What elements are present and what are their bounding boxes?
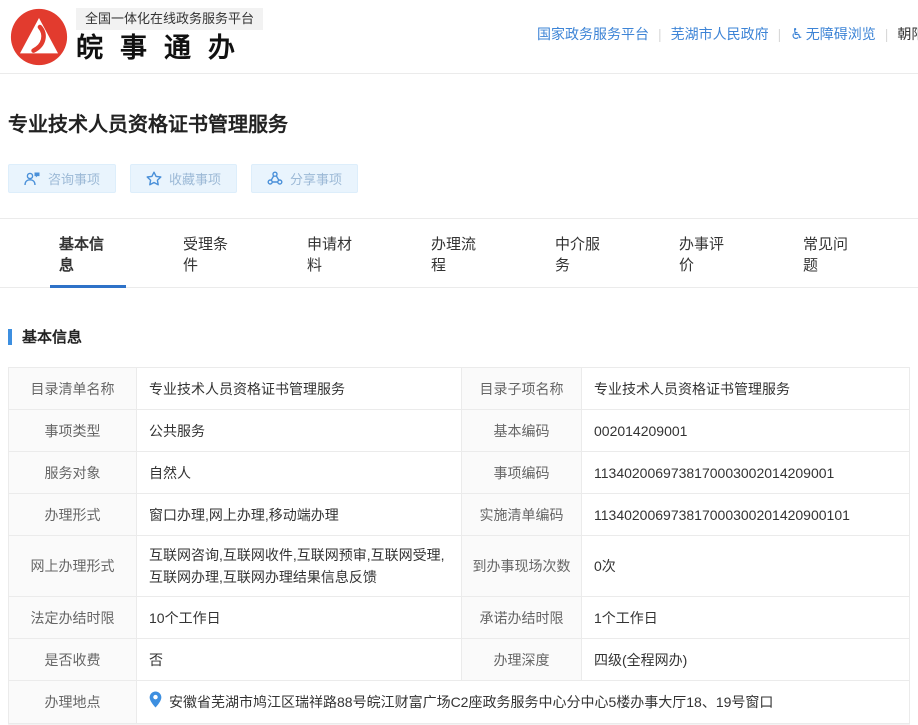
brand-name: 皖事通办: [76, 32, 263, 64]
site-header: 全国一体化在线政务服务平台 皖事通办 国家政务服务平台 | 芜湖市人民政府 | ♿无障碍…: [0, 0, 918, 74]
field-label: 是否收费: [9, 639, 137, 680]
field-value: 窗口办理,网上办理,移动端办理: [137, 494, 462, 535]
field-label: 事项类型: [9, 410, 137, 451]
field-label: 办理形式: [9, 494, 137, 535]
field-label: 办理深度: [462, 639, 582, 680]
consult-icon: [24, 171, 41, 186]
field-value: 四级(全程网办): [582, 639, 909, 680]
field-value: 安徽省芜湖市鸠江区瑞祥路88号皖江财富广场C2座政务服务中心分中心5楼办事大厅1…: [137, 681, 909, 723]
field-label: 实施清单编码: [462, 494, 582, 535]
section-title: 基本信息: [22, 326, 82, 347]
tab-basic-info[interactable]: 基本信息: [50, 219, 126, 287]
link-separator: |: [778, 26, 782, 42]
field-value: 专业技术人员资格证书管理服务: [582, 368, 909, 409]
tab-process-flow[interactable]: 办理流程: [422, 219, 498, 287]
field-value: 1134020069738170003002014209001: [582, 452, 909, 493]
link-separator: |: [885, 26, 889, 42]
field-label: 目录清单名称: [9, 368, 137, 409]
tab-faq[interactable]: 常见问题: [794, 219, 870, 287]
brand-logo-icon: [10, 8, 68, 66]
header-links: 国家政务服务平台 | 芜湖市人民政府 | ♿无障碍浏览 | 朝阳区: [537, 24, 918, 44]
field-value: 否: [137, 639, 462, 680]
link-wuhu-gov[interactable]: 芜湖市人民政府: [671, 26, 769, 42]
field-value: 002014209001: [582, 410, 909, 451]
field-value: 自然人: [137, 452, 462, 493]
field-value: 公共服务: [137, 410, 462, 451]
favorite-button-label: 收藏事项: [169, 169, 221, 188]
link-national-platform[interactable]: 国家政务服务平台: [537, 26, 649, 42]
address-text: 安徽省芜湖市鸠江区瑞祥路88号皖江财富广场C2座政务服务中心分中心5楼办事大厅1…: [169, 691, 773, 713]
field-value: 互联网咨询,互联网收件,互联网预审,互联网受理,互联网办理,互联网办理结果信息反…: [137, 536, 462, 596]
basic-info-table: 目录清单名称 专业技术人员资格证书管理服务 目录子项名称 专业技术人员资格证书管…: [8, 367, 910, 724]
action-buttons: 咨询事项 收藏事项 分享事项: [8, 164, 910, 193]
field-value: 专业技术人员资格证书管理服务: [137, 368, 462, 409]
location-pin-icon: [149, 691, 162, 714]
field-label: 服务对象: [9, 452, 137, 493]
field-label: 承诺办结时限: [462, 597, 582, 638]
consult-button[interactable]: 咨询事项: [8, 164, 116, 193]
table-row: 法定办结时限 10个工作日 承诺办结时限 1个工作日: [9, 597, 909, 639]
field-label: 办理地点: [9, 681, 137, 723]
platform-badge: 全国一体化在线政务服务平台: [76, 8, 263, 30]
wheelchair-icon: ♿: [790, 26, 803, 43]
table-row: 服务对象 自然人 事项编码 11340200697381700030020142…: [9, 452, 909, 494]
field-label: 基本编码: [462, 410, 582, 451]
field-value: 113402006973817000300201420900101: [582, 494, 909, 535]
section-accent-bar: [8, 329, 12, 345]
table-row: 目录清单名称 专业技术人员资格证书管理服务 目录子项名称 专业技术人员资格证书管…: [9, 368, 909, 410]
field-label: 法定办结时限: [9, 597, 137, 638]
consult-button-label: 咨询事项: [48, 169, 100, 188]
section-header: 基本信息: [8, 326, 910, 347]
logo[interactable]: 全国一体化在线政务服务平台 皖事通办: [10, 8, 263, 66]
share-button-label: 分享事项: [290, 169, 342, 188]
field-value: 1个工作日: [582, 597, 909, 638]
link-separator: |: [658, 26, 662, 42]
tab-application-materials[interactable]: 申请材料: [298, 219, 374, 287]
field-label: 目录子项名称: [462, 368, 582, 409]
table-row: 事项类型 公共服务 基本编码 002014209001: [9, 410, 909, 452]
field-label: 网上办理形式: [9, 536, 137, 596]
favorite-button[interactable]: 收藏事项: [130, 164, 237, 193]
table-row-address: 办理地点 安徽省芜湖市鸠江区瑞祥路88号皖江财富广场C2座政务服务中心分中心5楼…: [9, 681, 909, 723]
field-label: 事项编码: [462, 452, 582, 493]
tab-acceptance-conditions[interactable]: 受理条件: [174, 219, 250, 287]
main-content: 专业技术人员资格证书管理服务 咨询事项 收藏事项: [0, 112, 918, 725]
share-icon: [267, 171, 283, 186]
tab-intermediary-service[interactable]: 中介服务: [546, 219, 622, 287]
table-row: 办理形式 窗口办理,网上办理,移动端办理 实施清单编码 113402006973…: [9, 494, 909, 536]
share-button[interactable]: 分享事项: [251, 164, 358, 193]
link-accessibility[interactable]: ♿无障碍浏览: [790, 26, 875, 42]
tab-service-evaluation[interactable]: 办事评价: [670, 219, 746, 287]
star-icon: [146, 171, 162, 186]
field-value: 10个工作日: [137, 597, 462, 638]
table-row: 网上办理形式 互联网咨询,互联网收件,互联网预审,互联网受理,互联网办理,互联网…: [9, 536, 909, 597]
field-label: 到办事现场次数: [462, 536, 582, 596]
link-district[interactable]: 朝阳区: [897, 26, 918, 42]
table-row: 是否收费 否 办理深度 四级(全程网办): [9, 639, 909, 681]
tab-bar: 基本信息 受理条件 申请材料 办理流程 中介服务 办事评价 常见问题: [0, 218, 918, 288]
field-value: 0次: [582, 536, 909, 596]
page-title: 专业技术人员资格证书管理服务: [8, 112, 910, 138]
